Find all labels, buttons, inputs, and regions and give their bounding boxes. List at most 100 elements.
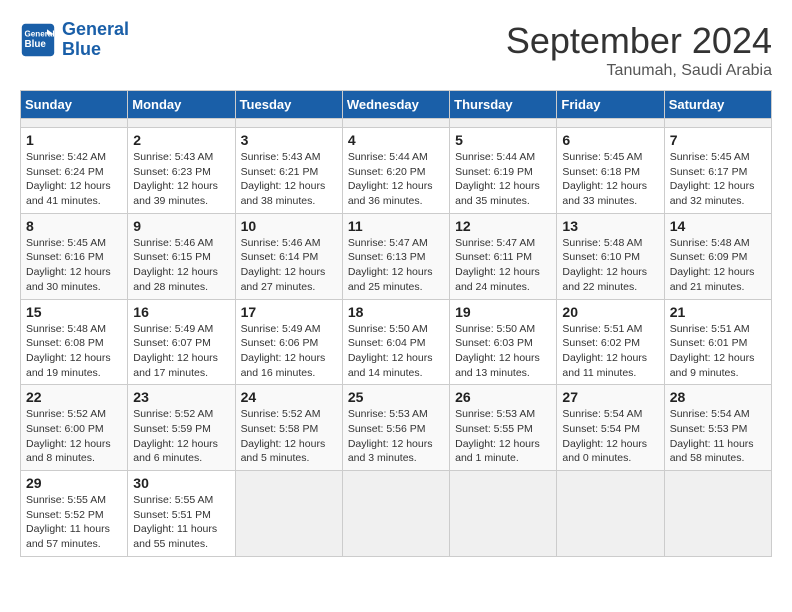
day-number: 1 bbox=[26, 132, 122, 148]
day-info: Sunrise: 5:48 AM Sunset: 6:08 PM Dayligh… bbox=[26, 322, 122, 381]
location-subtitle: Tanumah, Saudi Arabia bbox=[506, 62, 772, 80]
calendar-cell: 28Sunrise: 5:54 AM Sunset: 5:53 PM Dayli… bbox=[664, 385, 771, 471]
calendar-cell bbox=[664, 119, 771, 128]
day-number: 12 bbox=[455, 218, 551, 234]
logo-text: General Blue bbox=[62, 20, 129, 60]
column-header-thursday: Thursday bbox=[450, 91, 557, 119]
header: General Blue General Blue September 2024… bbox=[20, 20, 772, 80]
day-number: 3 bbox=[241, 132, 337, 148]
calendar-week-5: 29Sunrise: 5:55 AM Sunset: 5:52 PM Dayli… bbox=[21, 471, 772, 557]
calendar-cell bbox=[235, 119, 342, 128]
day-number: 11 bbox=[348, 218, 444, 234]
calendar-cell bbox=[21, 119, 128, 128]
day-number: 25 bbox=[348, 389, 444, 405]
calendar-cell: 7 Sunrise: 5:45 AM Sunset: 6:17 PM Daylig… bbox=[664, 128, 771, 214]
day-number: 26 bbox=[455, 389, 551, 405]
calendar-cell: 19 Sunrise: 5:50 AM Sunset: 6:03 PM Dayli… bbox=[450, 299, 557, 385]
calendar-cell: 27Sunrise: 5:54 AM Sunset: 5:54 PM Dayli… bbox=[557, 385, 664, 471]
day-info: Sunrise: 5:53 AM Sunset: 5:55 PM Dayligh… bbox=[455, 407, 551, 466]
calendar-cell: 15 Sunrise: 5:48 AM Sunset: 6:08 PM Dayli… bbox=[21, 299, 128, 385]
day-info: Sunrise: 5:49 AM Sunset: 6:07 PM Dayligh… bbox=[133, 322, 229, 381]
day-number: 18 bbox=[348, 304, 444, 320]
calendar-cell bbox=[450, 119, 557, 128]
column-header-friday: Friday bbox=[557, 91, 664, 119]
day-info: Sunrise: 5:52 AM Sunset: 5:58 PM Dayligh… bbox=[241, 407, 337, 466]
day-number: 15 bbox=[26, 304, 122, 320]
calendar-cell bbox=[342, 471, 449, 557]
day-info: Sunrise: 5:48 AM Sunset: 6:10 PM Dayligh… bbox=[562, 236, 658, 295]
day-number: 22 bbox=[26, 389, 122, 405]
day-number: 19 bbox=[455, 304, 551, 320]
column-header-sunday: Sunday bbox=[21, 91, 128, 119]
calendar-week-1: 1 Sunrise: 5:42 AM Sunset: 6:24 PM Daylig… bbox=[21, 128, 772, 214]
day-info: Sunrise: 5:54 AM Sunset: 5:53 PM Dayligh… bbox=[670, 407, 766, 466]
day-info: Sunrise: 5:44 AM Sunset: 6:20 PM Dayligh… bbox=[348, 150, 444, 209]
calendar-cell: 25Sunrise: 5:53 AM Sunset: 5:56 PM Dayli… bbox=[342, 385, 449, 471]
day-info: Sunrise: 5:46 AM Sunset: 6:14 PM Dayligh… bbox=[241, 236, 337, 295]
calendar-cell: 10Sunrise: 5:46 AM Sunset: 6:14 PM Dayli… bbox=[235, 213, 342, 299]
day-info: Sunrise: 5:43 AM Sunset: 6:23 PM Dayligh… bbox=[133, 150, 229, 209]
calendar-cell bbox=[342, 119, 449, 128]
calendar-cell bbox=[557, 471, 664, 557]
header-row: SundayMondayTuesdayWednesdayThursdayFrid… bbox=[21, 91, 772, 119]
title-area: September 2024 Tanumah, Saudi Arabia bbox=[506, 20, 772, 80]
calendar-cell: 16Sunrise: 5:49 AM Sunset: 6:07 PM Dayli… bbox=[128, 299, 235, 385]
calendar-cell: 29Sunrise: 5:55 AM Sunset: 5:52 PM Dayli… bbox=[21, 471, 128, 557]
svg-text:Blue: Blue bbox=[25, 39, 47, 50]
day-info: Sunrise: 5:47 AM Sunset: 6:13 PM Dayligh… bbox=[348, 236, 444, 295]
calendar-cell bbox=[664, 471, 771, 557]
calendar-cell: 21 Sunrise: 5:51 AM Sunset: 6:01 PM Dayli… bbox=[664, 299, 771, 385]
day-info: Sunrise: 5:47 AM Sunset: 6:11 PM Dayligh… bbox=[455, 236, 551, 295]
calendar-cell: 23Sunrise: 5:52 AM Sunset: 5:59 PM Dayli… bbox=[128, 385, 235, 471]
day-number: 13 bbox=[562, 218, 658, 234]
calendar-cell: 8Sunrise: 5:45 AM Sunset: 6:16 PM Daylig… bbox=[21, 213, 128, 299]
calendar-cell: 6 Sunrise: 5:45 AM Sunset: 6:18 PM Daylig… bbox=[557, 128, 664, 214]
day-info: Sunrise: 5:50 AM Sunset: 6:04 PM Dayligh… bbox=[348, 322, 444, 381]
calendar-cell: 1 Sunrise: 5:42 AM Sunset: 6:24 PM Daylig… bbox=[21, 128, 128, 214]
calendar-table: SundayMondayTuesdayWednesdayThursdayFrid… bbox=[20, 90, 772, 557]
day-number: 29 bbox=[26, 475, 122, 491]
calendar-cell: 26 Sunrise: 5:53 AM Sunset: 5:55 PM Dayli… bbox=[450, 385, 557, 471]
day-info: Sunrise: 5:45 AM Sunset: 6:18 PM Dayligh… bbox=[562, 150, 658, 209]
calendar-cell: 9 Sunrise: 5:46 AM Sunset: 6:15 PM Daylig… bbox=[128, 213, 235, 299]
column-header-monday: Monday bbox=[128, 91, 235, 119]
day-number: 2 bbox=[133, 132, 229, 148]
day-info: Sunrise: 5:42 AM Sunset: 6:24 PM Dayligh… bbox=[26, 150, 122, 209]
day-number: 8 bbox=[26, 218, 122, 234]
column-header-tuesday: Tuesday bbox=[235, 91, 342, 119]
day-number: 21 bbox=[670, 304, 766, 320]
calendar-cell: 13 Sunrise: 5:48 AM Sunset: 6:10 PM Dayli… bbox=[557, 213, 664, 299]
day-info: Sunrise: 5:50 AM Sunset: 6:03 PM Dayligh… bbox=[455, 322, 551, 381]
calendar-cell bbox=[128, 119, 235, 128]
day-number: 6 bbox=[562, 132, 658, 148]
calendar-cell: 12 Sunrise: 5:47 AM Sunset: 6:11 PM Dayli… bbox=[450, 213, 557, 299]
day-info: Sunrise: 5:51 AM Sunset: 6:01 PM Dayligh… bbox=[670, 322, 766, 381]
calendar-cell: 3Sunrise: 5:43 AM Sunset: 6:21 PM Daylig… bbox=[235, 128, 342, 214]
calendar-cell: 18 Sunrise: 5:50 AM Sunset: 6:04 PM Dayli… bbox=[342, 299, 449, 385]
column-header-wednesday: Wednesday bbox=[342, 91, 449, 119]
calendar-cell: 14 Sunrise: 5:48 AM Sunset: 6:09 PM Dayli… bbox=[664, 213, 771, 299]
day-info: Sunrise: 5:45 AM Sunset: 6:17 PM Dayligh… bbox=[670, 150, 766, 209]
day-number: 9 bbox=[133, 218, 229, 234]
day-info: Sunrise: 5:54 AM Sunset: 5:54 PM Dayligh… bbox=[562, 407, 658, 466]
calendar-week-4: 22Sunrise: 5:52 AM Sunset: 6:00 PM Dayli… bbox=[21, 385, 772, 471]
day-info: Sunrise: 5:48 AM Sunset: 6:09 PM Dayligh… bbox=[670, 236, 766, 295]
day-number: 4 bbox=[348, 132, 444, 148]
month-title: September 2024 bbox=[506, 20, 772, 62]
logo-line2: Blue bbox=[62, 39, 101, 59]
calendar-cell: 11 Sunrise: 5:47 AM Sunset: 6:13 PM Dayli… bbox=[342, 213, 449, 299]
calendar-cell bbox=[235, 471, 342, 557]
calendar-week-3: 15 Sunrise: 5:48 AM Sunset: 6:08 PM Dayli… bbox=[21, 299, 772, 385]
day-info: Sunrise: 5:51 AM Sunset: 6:02 PM Dayligh… bbox=[562, 322, 658, 381]
day-number: 7 bbox=[670, 132, 766, 148]
calendar-week-2: 8Sunrise: 5:45 AM Sunset: 6:16 PM Daylig… bbox=[21, 213, 772, 299]
logo: General Blue General Blue bbox=[20, 20, 129, 60]
calendar-cell bbox=[557, 119, 664, 128]
day-info: Sunrise: 5:46 AM Sunset: 6:15 PM Dayligh… bbox=[133, 236, 229, 295]
day-number: 20 bbox=[562, 304, 658, 320]
day-number: 14 bbox=[670, 218, 766, 234]
day-number: 24 bbox=[241, 389, 337, 405]
day-info: Sunrise: 5:55 AM Sunset: 5:51 PM Dayligh… bbox=[133, 493, 229, 552]
calendar-cell: 5Sunrise: 5:44 AM Sunset: 6:19 PM Daylig… bbox=[450, 128, 557, 214]
calendar-cell: 2 Sunrise: 5:43 AM Sunset: 6:23 PM Daylig… bbox=[128, 128, 235, 214]
